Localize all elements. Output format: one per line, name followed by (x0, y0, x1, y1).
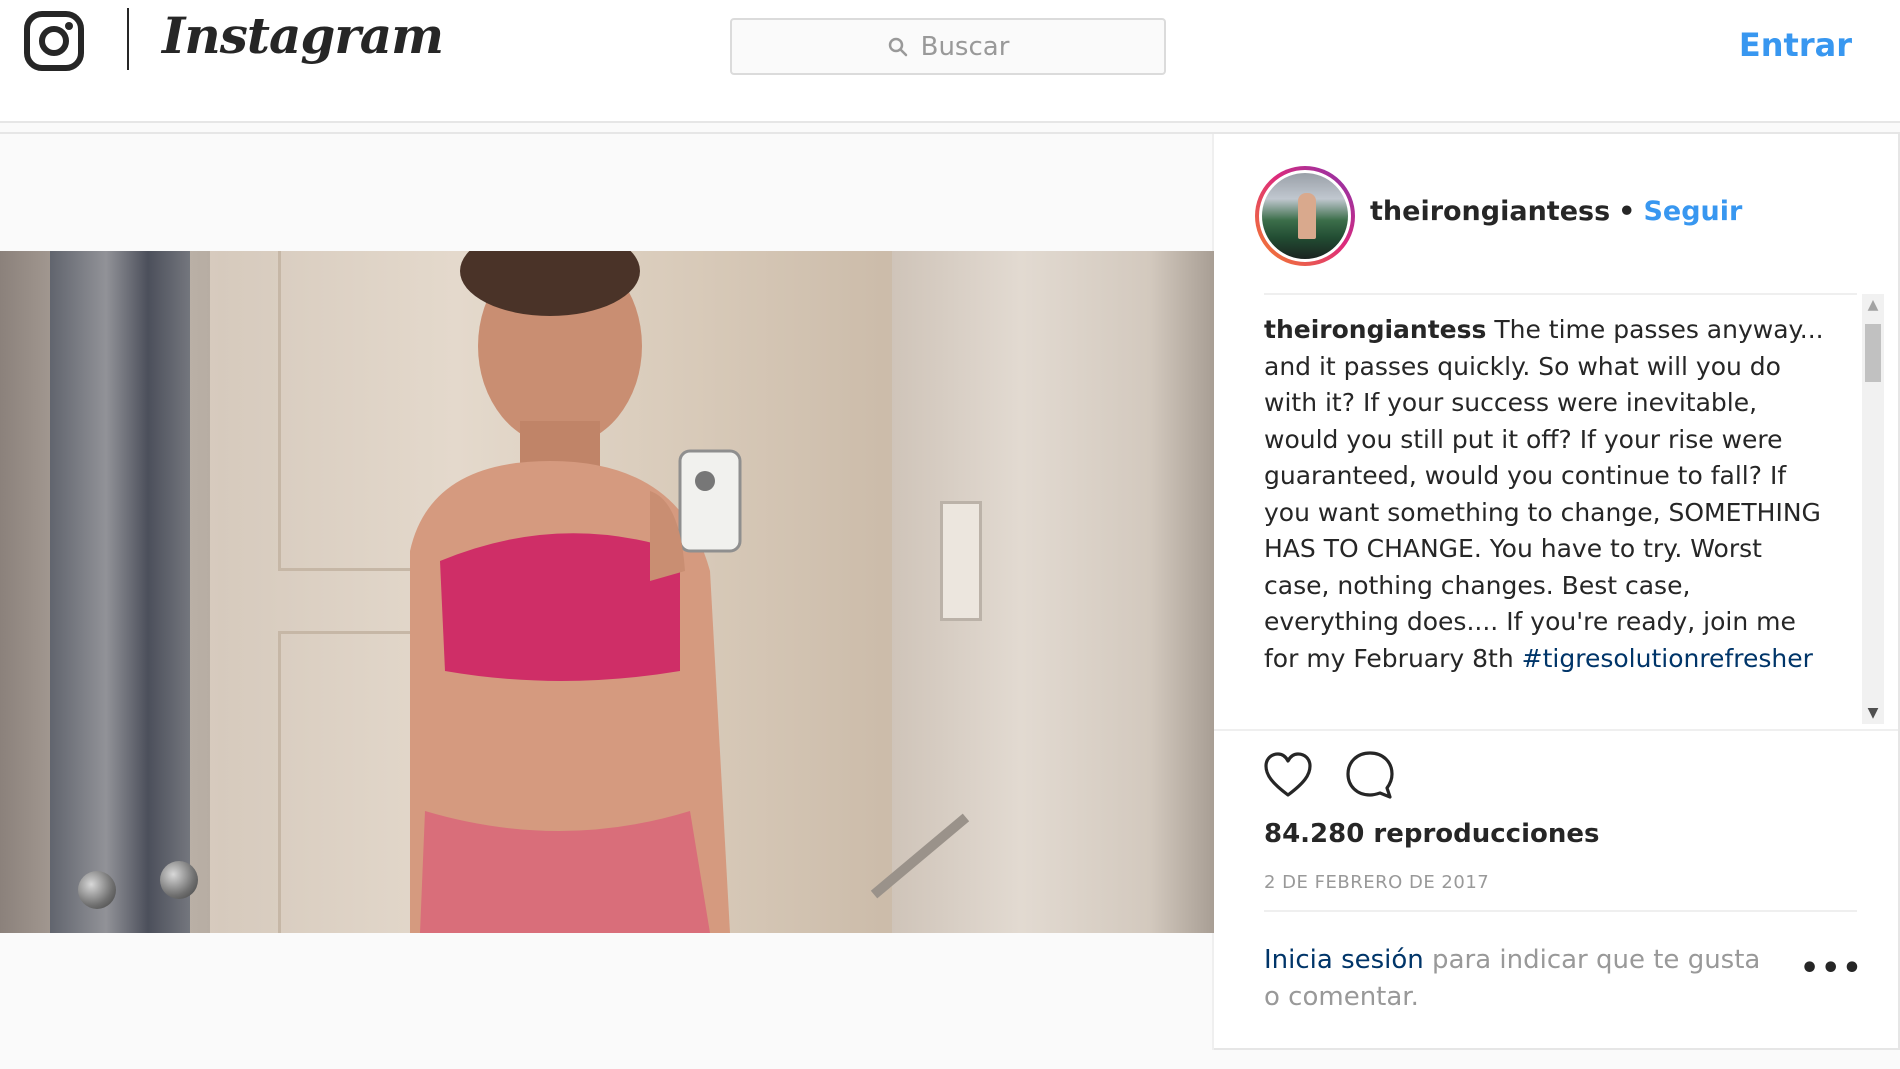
username-link[interactable]: theirongiantess (1370, 196, 1610, 227)
search-icon (888, 37, 907, 56)
post-card: theirongiantess • Seguir theirongiantess… (0, 132, 1900, 1050)
avatar-image (1259, 170, 1351, 262)
caption: theirongiantess The time passes anyway..… (1264, 312, 1829, 677)
caption-hashtag[interactable]: #tigresolutionrefresher (1522, 644, 1813, 673)
profile-avatar[interactable] (1255, 166, 1355, 266)
video-scene-holder (940, 501, 982, 621)
separator-dot: • (1618, 196, 1636, 227)
post-date[interactable]: 2 DE FEBRERO DE 2017 (1264, 872, 1489, 893)
video-scene-doorknob (160, 861, 198, 899)
more-options-icon[interactable]: ••• (1800, 951, 1864, 986)
search-placeholder: Buscar (920, 31, 1010, 62)
caption-text: The time passes anyway... and it passes … (1264, 315, 1824, 673)
video-person-figure (410, 251, 742, 933)
logo-divider (127, 8, 129, 70)
scroll-up-arrow-icon[interactable]: ▲ (1862, 294, 1884, 316)
instagram-wordmark[interactable]: Instagram (162, 6, 444, 65)
login-prompt-link[interactable]: Inicia sesión (1264, 945, 1424, 975)
caption-scrollbar[interactable]: ▲ ▼ (1862, 294, 1884, 724)
view-count: 84.280 reproducciones (1264, 819, 1600, 849)
scroll-thumb[interactable] (1865, 324, 1881, 382)
heart-icon[interactable] (1262, 749, 1314, 801)
video-scene-doorknob (78, 871, 116, 909)
top-nav: Instagram Buscar Entrar (0, 0, 1900, 123)
login-link[interactable]: Entrar (1739, 26, 1852, 64)
post-actions (1262, 749, 1396, 801)
video-scene-clothes (50, 251, 190, 933)
scroll-down-arrow-icon[interactable]: ▼ (1862, 702, 1884, 724)
divider (1264, 910, 1857, 912)
post-sidebar: theirongiantess • Seguir theirongiantess… (1214, 134, 1898, 1050)
post-media (0, 134, 1214, 1050)
search-input[interactable]: Buscar (730, 18, 1166, 75)
caption-container: theirongiantess The time passes anyway..… (1264, 312, 1874, 682)
caption-username[interactable]: theirongiantess (1264, 315, 1486, 344)
post-header: theirongiantess • Seguir (1370, 196, 1742, 227)
divider (1264, 293, 1857, 295)
follow-button[interactable]: Seguir (1643, 196, 1742, 227)
divider (1214, 729, 1898, 731)
instagram-glyph-icon[interactable] (23, 10, 85, 72)
post-video[interactable] (0, 251, 1214, 933)
comment-icon[interactable] (1344, 749, 1396, 801)
login-prompt: Inicia sesión para indicar que te gusta … (1264, 942, 1784, 1016)
